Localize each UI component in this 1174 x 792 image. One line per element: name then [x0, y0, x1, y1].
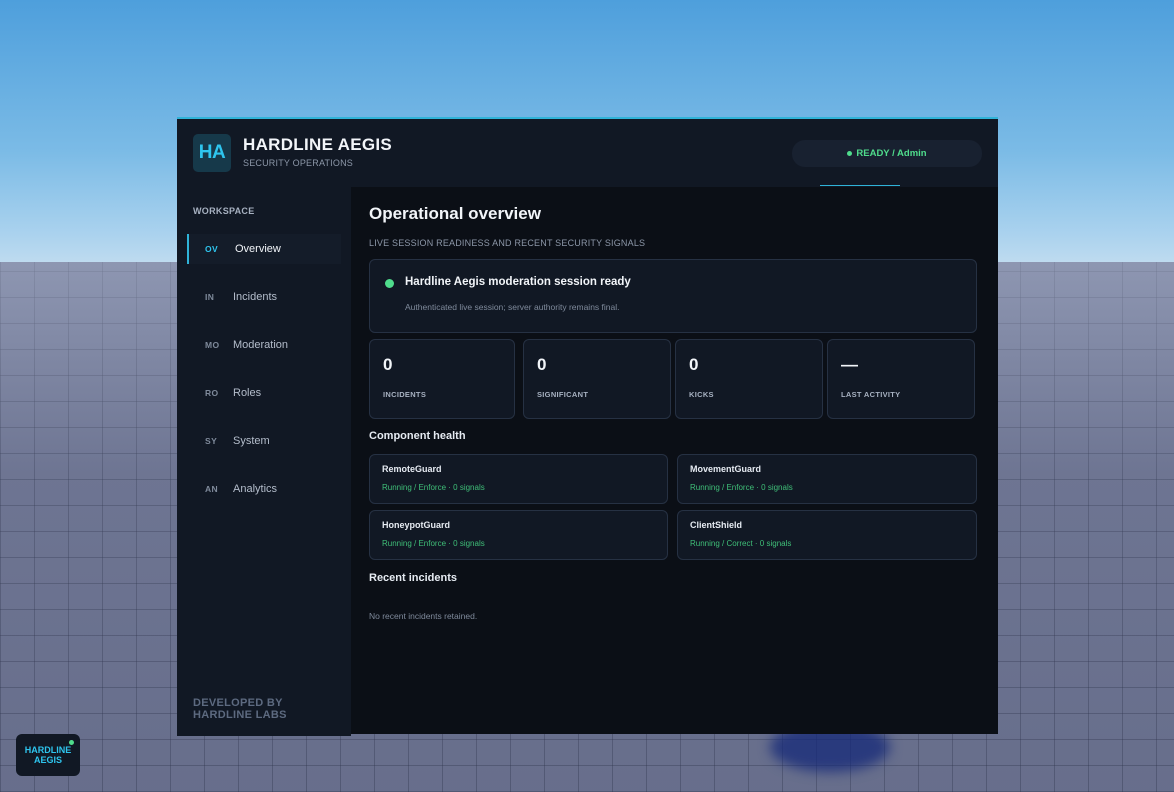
banner-text: Authenticated live session; server autho…	[405, 302, 620, 312]
component-name: MovementGuard	[690, 464, 762, 474]
component-card-honeypotguard[interactable]: HoneypotGuard Running / Enforce · 0 sign…	[369, 510, 668, 560]
session-status-badge[interactable]: READY / Admin	[792, 140, 982, 167]
stat-label: INCIDENTS	[383, 390, 427, 399]
nav-code: IN	[205, 292, 215, 302]
nav-label: Moderation	[233, 339, 289, 351]
component-status: Running / Enforce · 0 signals	[382, 483, 485, 492]
app-title: HARDLINE AEGIS	[243, 135, 393, 154]
nav-code: MO	[205, 340, 220, 350]
launcher-line2: AEGIS	[33, 755, 62, 765]
launcher-line1: HARDLINE	[24, 745, 72, 755]
stat-value: 0	[537, 355, 547, 374]
sidebar-item-analytics[interactable]: AN Analytics	[187, 474, 341, 504]
nav-label: Analytics	[233, 483, 278, 495]
sidebar-item-roles[interactable]: RO Roles	[187, 378, 341, 408]
nav-code: AN	[205, 484, 219, 494]
sidebar-item-incidents[interactable]: IN Incidents	[187, 282, 341, 312]
component-health-heading: Component health	[369, 430, 466, 442]
nav-label: System	[233, 435, 270, 447]
stat-card-kicks: 0 KICKS	[675, 339, 823, 419]
main-content: Operational overview LIVE SESSION READIN…	[351, 187, 998, 736]
component-card-movementguard[interactable]: MovementGuard Running / Enforce · 0 sign…	[677, 454, 977, 504]
app-subtitle: SECURITY OPERATIONS	[243, 158, 353, 168]
developer-credit: DEVELOPED BY HARDLINE LABS	[193, 697, 287, 721]
component-name: HoneypotGuard	[382, 520, 451, 530]
stat-card-incidents: 0 INCIDENTS	[369, 339, 515, 419]
page-subtitle: LIVE SESSION READINESS AND RECENT SECURI…	[369, 238, 646, 248]
nav-label: Roles	[233, 387, 262, 399]
stat-card-significant: 0 SIGNIFICANT	[523, 339, 671, 419]
sidebar-item-moderation[interactable]: MO Moderation	[187, 330, 341, 360]
sidebar: WORKSPACE OV Overview IN Incidents MO Mo…	[177, 187, 351, 736]
admin-panel-window: HA HARDLINE AEGIS SECURITY OPERATIONS RE…	[177, 117, 998, 736]
stat-value: 0	[383, 355, 393, 374]
ready-dot-icon	[385, 279, 394, 288]
session-status-label: READY / Admin	[856, 148, 927, 159]
sidebar-item-system[interactable]: SY System	[187, 426, 341, 456]
status-dot-icon	[847, 151, 853, 156]
app-logo: HA	[193, 134, 231, 172]
component-status: Running / Correct · 0 signals	[690, 539, 792, 548]
panel-header: HA HARDLINE AEGIS SECURITY OPERATIONS RE…	[177, 119, 998, 187]
stat-value: —	[841, 355, 858, 374]
aegis-launcher-button[interactable]: HARDLINE AEGIS	[16, 734, 80, 776]
page-title: Operational overview	[369, 204, 541, 223]
component-status: Running / Enforce · 0 signals	[382, 539, 485, 548]
online-dot-icon	[69, 740, 74, 745]
stat-card-last-activity: — LAST ACTIVITY	[827, 339, 975, 419]
recent-incidents-empty: No recent incidents retained.	[369, 611, 478, 621]
stat-label: SIGNIFICANT	[537, 390, 589, 399]
nav-label: Incidents	[233, 291, 278, 303]
banner-title: Hardline Aegis moderation session ready	[405, 276, 631, 288]
sidebar-item-overview[interactable]: OV Overview	[187, 234, 341, 264]
header-accent-underline	[820, 185, 900, 186]
nav-label: Overview	[235, 243, 281, 255]
nav-code: SY	[205, 436, 218, 446]
sidebar-heading: WORKSPACE	[193, 206, 255, 216]
recent-incidents-heading: Recent incidents	[369, 572, 458, 584]
stat-value: 0	[689, 355, 699, 374]
component-name: RemoteGuard	[382, 464, 442, 474]
nav-code: RO	[205, 388, 219, 398]
stat-label: KICKS	[689, 390, 714, 399]
session-ready-banner: Hardline Aegis moderation session ready …	[369, 259, 977, 333]
component-status: Running / Enforce · 0 signals	[690, 483, 793, 492]
developer-credit-line1: DEVELOPED BY	[193, 697, 283, 709]
developer-credit-line2: HARDLINE LABS	[193, 709, 287, 721]
component-name: ClientShield	[690, 520, 743, 530]
component-card-clientshield[interactable]: ClientShield Running / Correct · 0 signa…	[677, 510, 977, 560]
nav-code: OV	[205, 244, 219, 254]
component-card-remoteguard[interactable]: RemoteGuard Running / Enforce · 0 signal…	[369, 454, 668, 504]
stat-label: LAST ACTIVITY	[841, 390, 901, 399]
